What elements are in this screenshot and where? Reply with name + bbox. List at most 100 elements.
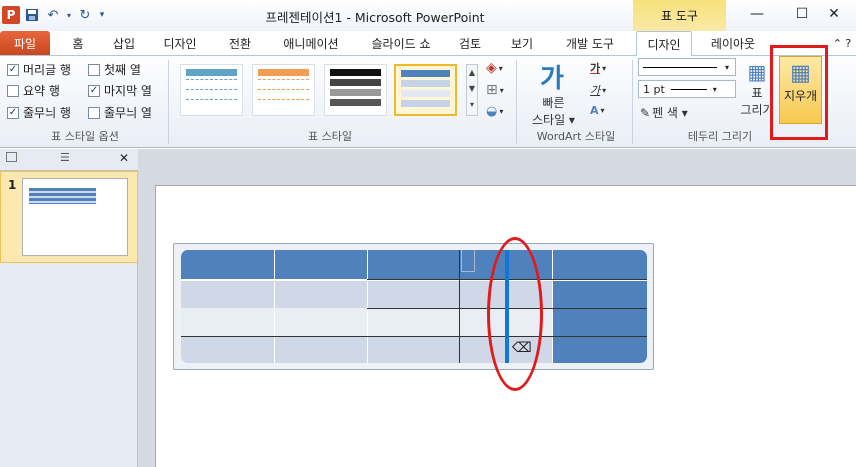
first-column-label: 첫째 열: [104, 63, 141, 77]
group-separator: [632, 60, 633, 144]
ribbon: ✓ 머리글 행 첫째 열 요약 행 ✓ 마지막 열 ✓ 줄무늬 행 줄무늬 열 표 스…: [0, 56, 856, 148]
table-style-dark[interactable]: [324, 64, 387, 116]
table-tools-context-label: 표 도구: [633, 0, 726, 31]
checkbox-icon: [88, 106, 100, 119]
dropdown-arrow-icon: ▾: [499, 107, 504, 116]
check-icon: ✓: [7, 63, 19, 76]
close-button[interactable]: ✕: [812, 0, 856, 28]
undo-icon[interactable]: ↶: [44, 6, 62, 24]
quick-styles-label-1: 빠른: [542, 96, 565, 110]
banded-rows-label: 줄무늬 행: [23, 106, 71, 120]
effects-button[interactable]: ◒ ▾: [486, 104, 503, 119]
dropdown-arrow-icon: ▾: [712, 84, 717, 94]
drawn-column-border: [459, 250, 460, 363]
wordart-quick-styles-icon[interactable]: 가: [540, 58, 564, 95]
pen-weight-select[interactable]: 1 pt ▾: [638, 80, 736, 98]
shading-button[interactable]: ◈ ▾: [486, 60, 503, 76]
pen-style-line: [643, 66, 717, 68]
last-column-label: 마지막 열: [104, 84, 152, 98]
style-gallery-scroll[interactable]: ▲ ▼ ▾: [466, 64, 478, 116]
borders-button[interactable]: ⊞ ▾: [486, 82, 504, 98]
text-effects-button[interactable]: A ▾: [590, 104, 605, 117]
customize-toolbar-icon[interactable]: ▾: [97, 6, 107, 24]
slide-thumbnail[interactable]: [22, 178, 128, 256]
window-title: 프레젠테이션1 - Microsoft PowerPoint: [265, 10, 485, 25]
pen-color-button[interactable]: ✎ 펜 색 ▾: [640, 104, 688, 121]
table-style-medium-blue-selected[interactable]: [394, 64, 457, 116]
tab-table-design[interactable]: 디자인: [636, 31, 692, 56]
pen-weight-line: [670, 88, 707, 90]
draw-table-label-2: 그리기: [740, 103, 774, 117]
column-border: [552, 250, 553, 363]
table-header-row[interactable]: [181, 250, 647, 279]
tab-insert[interactable]: 삽입: [104, 31, 144, 55]
powerpoint-logo-icon: P: [2, 6, 20, 24]
tab-file[interactable]: 파일: [0, 31, 50, 55]
wordart-group-label: WordArt 스타일: [536, 130, 616, 143]
effects-icon: ◒: [486, 104, 498, 119]
first-column-checkbox[interactable]: 첫째 열: [88, 61, 141, 78]
draw-table-label-1: 표: [751, 86, 763, 100]
tab-developer[interactable]: 개발 도구: [552, 31, 628, 55]
pen-weight-value: 1 pt: [643, 82, 665, 96]
tab-home[interactable]: 홈: [60, 31, 96, 55]
tab-animations[interactable]: 애니메이션: [270, 31, 352, 55]
dropdown-arrow-icon: ▾: [602, 85, 607, 95]
group-separator: [168, 60, 169, 144]
table-styles-group-label: 표 스타일: [308, 130, 352, 143]
check-icon: ✓: [88, 84, 100, 97]
table[interactable]: [181, 250, 647, 363]
tab-review[interactable]: 검토: [448, 31, 492, 55]
help-icon[interactable]: ⌃ ?: [828, 31, 856, 55]
table-style-orange-outline[interactable]: [252, 64, 315, 116]
dropdown-arrow-icon: ▾: [498, 63, 503, 73]
undo-dropdown-icon[interactable]: ▾: [65, 6, 73, 24]
draw-table-icon: ▦: [747, 60, 767, 84]
save-icon[interactable]: [23, 6, 41, 24]
text-effects-icon: A: [590, 104, 599, 117]
column-border: [367, 250, 368, 363]
text-outline-button[interactable]: 가 ▾: [590, 82, 606, 98]
close-panel-icon[interactable]: ✕: [119, 151, 129, 165]
line-highlight-annotation: [487, 237, 543, 391]
pen-style-select[interactable]: ▾: [638, 58, 736, 76]
minimize-button[interactable]: —: [735, 0, 779, 28]
drawn-row-border: [553, 308, 647, 309]
total-row-label: 요약 행: [23, 84, 60, 98]
drawn-row-border: [181, 336, 647, 337]
quick-styles-label-2: 스타일 ▾: [532, 113, 575, 127]
slides-tab-icon[interactable]: [6, 152, 17, 162]
last-column-checkbox[interactable]: ✓ 마지막 열: [88, 82, 152, 99]
paint-bucket-icon: ◈: [486, 60, 497, 76]
eraser-hover-preview: [461, 250, 475, 272]
table-last-column[interactable]: [553, 281, 647, 363]
text-outline-icon: 가: [590, 84, 601, 97]
draw-table-button[interactable]: ▦ 표그리기: [740, 60, 774, 118]
dropdown-arrow-icon: ▾: [600, 106, 605, 115]
tab-transitions[interactable]: 전환: [218, 31, 262, 55]
dropdown-arrow-icon: ▾: [725, 62, 730, 72]
total-row-checkbox[interactable]: 요약 행: [7, 82, 60, 99]
group-separator: [516, 60, 517, 144]
header-row-checkbox[interactable]: ✓ 머리글 행: [7, 61, 71, 78]
tab-view[interactable]: 보기: [500, 31, 544, 55]
table-style-blue-outline[interactable]: [180, 64, 243, 116]
tab-design[interactable]: 디자인: [150, 31, 210, 55]
column-border: [274, 250, 275, 363]
tab-slideshow[interactable]: 슬라이드 쇼: [360, 31, 442, 55]
ribbon-tabs: 파일 홈 삽입 디자인 전환 애니메이션 슬라이드 쇼 검토 보기 개발 도구 …: [0, 31, 856, 56]
redo-icon[interactable]: ↻: [76, 6, 94, 24]
text-fill-button[interactable]: 가 ▾: [590, 60, 606, 76]
draw-borders-group-label: 테두리 그리기: [687, 130, 753, 143]
drawn-row-border: [553, 279, 647, 280]
style-options-group-label: 표 스타일 옵션: [51, 130, 119, 143]
banded-columns-checkbox[interactable]: 줄무늬 열: [88, 104, 152, 121]
quick-styles-button[interactable]: 빠른스타일 ▾: [532, 94, 575, 128]
banded-rows-checkbox[interactable]: ✓ 줄무늬 행: [7, 104, 71, 121]
text-fill-icon: 가: [590, 62, 601, 75]
outline-tab-icon[interactable]: ☰: [60, 151, 70, 164]
quick-access-toolbar: P ↶ ▾ ↻ ▾: [0, 4, 107, 26]
checkbox-icon: [7, 84, 19, 97]
check-icon: ✓: [7, 106, 19, 119]
tab-table-layout[interactable]: 레이아웃: [700, 31, 766, 55]
